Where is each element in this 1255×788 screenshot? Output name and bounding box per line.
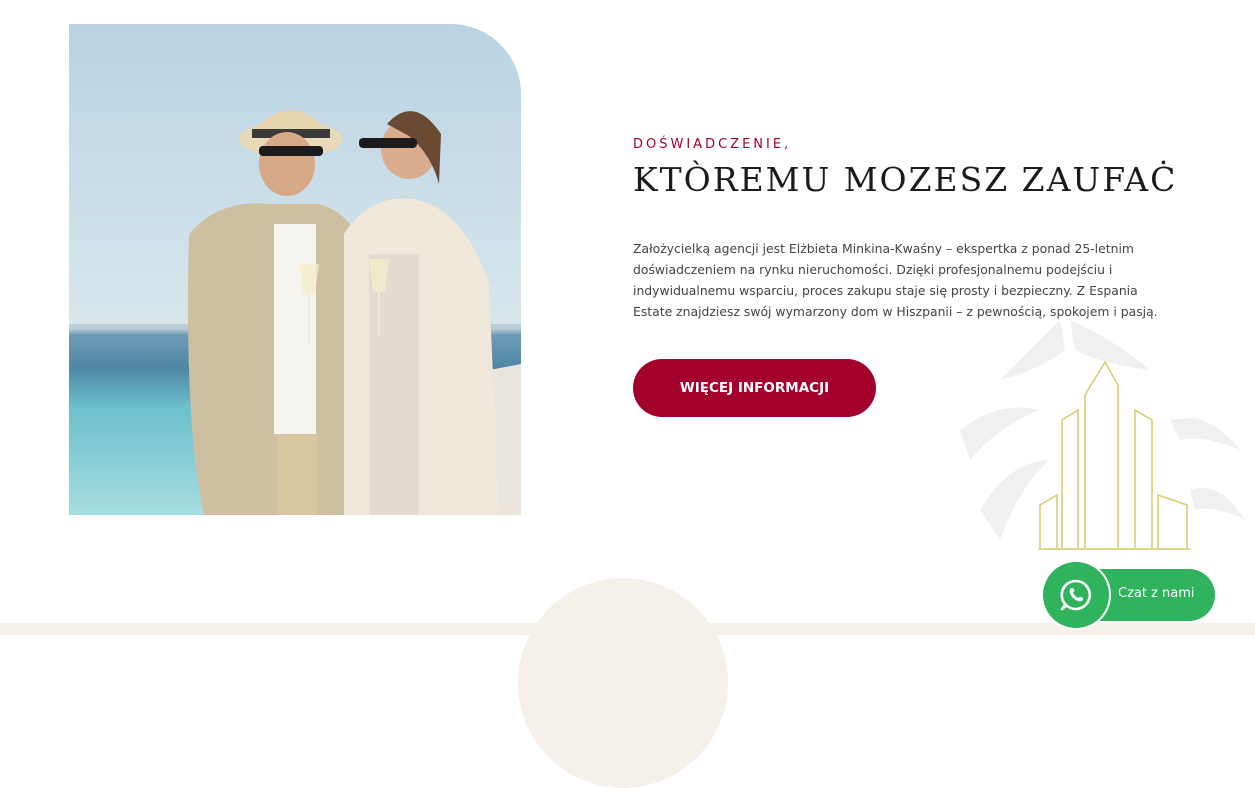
whatsapp-button[interactable] [1043,562,1109,628]
couple-illustration [69,110,521,515]
whatsapp-icon [1060,579,1092,611]
hero-photo [69,24,521,515]
palm-buildings-decoration [960,320,1245,550]
chat-widget[interactable]: Czat z nami [1043,562,1215,628]
chat-label[interactable]: Czat z nami [1118,586,1195,601]
section-eyebrow: DOŚWIADCZENIE, [633,137,792,152]
section-headline: KTÒREMU MOZESZ ZAUFAĊ [633,160,1178,199]
more-info-button[interactable]: WIĘCEJ INFORMACJI [633,359,876,417]
bottom-arc [518,578,728,788]
